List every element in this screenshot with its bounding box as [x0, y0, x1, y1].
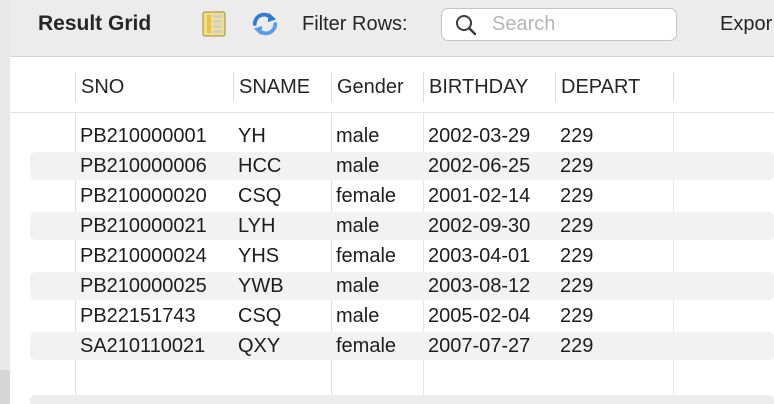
left-window-edge: [0, 0, 10, 404]
left-edge-chunk: [0, 370, 10, 404]
cell-gender[interactable]: male: [331, 211, 379, 241]
table-row[interactable]: PB210000021 LYH male 2002-09-30 229: [10, 211, 774, 241]
column-header-sno[interactable]: SNO: [75, 72, 233, 102]
cell-sno[interactable]: PB210000001: [75, 121, 207, 151]
cell-depart[interactable]: 229: [555, 241, 593, 271]
column-header-empty: [673, 72, 774, 102]
result-grid-toolbar: Result Grid Filter Rows: Search Expor: [10, 0, 774, 57]
cell-depart[interactable]: 229: [555, 121, 593, 151]
result-grid-panel: Result Grid Filter Rows: Search Expor SN…: [10, 0, 774, 404]
cell-gender[interactable]: male: [331, 121, 379, 151]
result-grid-title: Result Grid: [38, 12, 152, 35]
cell-gender[interactable]: female: [331, 241, 396, 271]
cell-sname[interactable]: CSQ: [233, 301, 281, 331]
cell-birthday[interactable]: 2007-07-27: [423, 331, 530, 361]
cell-depart[interactable]: 229: [555, 301, 593, 331]
table-row[interactable]: PB22151743 CSQ male 2005-02-04 229: [10, 301, 774, 331]
cell-gender[interactable]: female: [331, 181, 396, 211]
cell-depart[interactable]: 229: [555, 151, 593, 181]
cell-sno[interactable]: PB210000024: [75, 241, 207, 271]
cell-gender[interactable]: male: [331, 301, 379, 331]
cell-gender[interactable]: male: [331, 151, 379, 181]
cell-sname[interactable]: LYH: [233, 211, 275, 241]
cell-birthday[interactable]: 2002-09-30: [423, 211, 530, 241]
table-row[interactable]: PB210000024 YHS female 2003-04-01 229: [10, 241, 774, 271]
cell-sno[interactable]: SA210110021: [75, 331, 205, 361]
cell-depart[interactable]: 229: [555, 271, 593, 301]
cell-sno[interactable]: PB22151743: [75, 301, 196, 331]
cell-birthday[interactable]: 2002-06-25: [423, 151, 530, 181]
cell-birthday[interactable]: 2003-08-12: [423, 271, 530, 301]
column-header-birthday[interactable]: BIRTHDAY: [423, 72, 555, 102]
form-editor-icon[interactable]: [200, 10, 228, 38]
table-row[interactable]: SA210110021 QXY female 2007-07-27 229: [10, 331, 774, 361]
cell-birthday[interactable]: 2002-03-29: [423, 121, 530, 151]
cell-sno[interactable]: PB210000006: [75, 151, 207, 181]
cell-gender[interactable]: female: [331, 331, 396, 361]
cell-depart[interactable]: 229: [555, 211, 593, 241]
column-header-depart[interactable]: DEPART: [555, 72, 673, 102]
search-input[interactable]: [492, 11, 672, 38]
cell-sname[interactable]: YH: [233, 121, 266, 151]
table-row[interactable]: PB210000025 YWB male 2003-08-12 229: [10, 271, 774, 301]
cell-birthday[interactable]: 2003-04-01: [423, 241, 530, 271]
grid-header-row: SNO SNAME Gender BIRTHDAY DEPART: [10, 57, 774, 113]
grid-bottom-stripe: [30, 395, 774, 404]
cell-birthday[interactable]: 2005-02-04: [423, 301, 530, 331]
new-row-placeholder[interactable]: [75, 365, 774, 395]
column-header-gender[interactable]: Gender: [331, 72, 423, 102]
filter-search-box[interactable]: [441, 8, 677, 41]
cell-sname[interactable]: QXY: [233, 331, 280, 361]
search-icon: [455, 14, 477, 41]
cell-sname[interactable]: CSQ: [233, 181, 281, 211]
cell-sno[interactable]: PB210000021: [75, 211, 207, 241]
cell-sname[interactable]: YHS: [233, 241, 279, 271]
table-row[interactable]: PB210000001 YH male 2002-03-29 229: [10, 121, 774, 151]
cell-depart[interactable]: 229: [555, 331, 593, 361]
cell-depart[interactable]: 229: [555, 181, 593, 211]
cell-sno[interactable]: PB210000020: [75, 181, 207, 211]
cell-sname[interactable]: YWB: [233, 271, 284, 301]
filter-rows-label: Filter Rows:: [302, 13, 408, 35]
table-row[interactable]: PB210000006 HCC male 2002-06-25 229: [10, 151, 774, 181]
cell-sname[interactable]: HCC: [233, 151, 281, 181]
column-header-sname[interactable]: SNAME: [233, 72, 331, 102]
cell-sno[interactable]: PB210000025: [75, 271, 207, 301]
result-grid: SNO SNAME Gender BIRTHDAY DEPART PB21000…: [10, 57, 774, 404]
export-button[interactable]: Expor: [720, 13, 772, 36]
cell-gender[interactable]: male: [331, 271, 379, 301]
refresh-icon[interactable]: [251, 10, 279, 38]
cell-birthday[interactable]: 2001-02-14: [423, 181, 530, 211]
table-row[interactable]: PB210000020 CSQ female 2001-02-14 229: [10, 181, 774, 211]
